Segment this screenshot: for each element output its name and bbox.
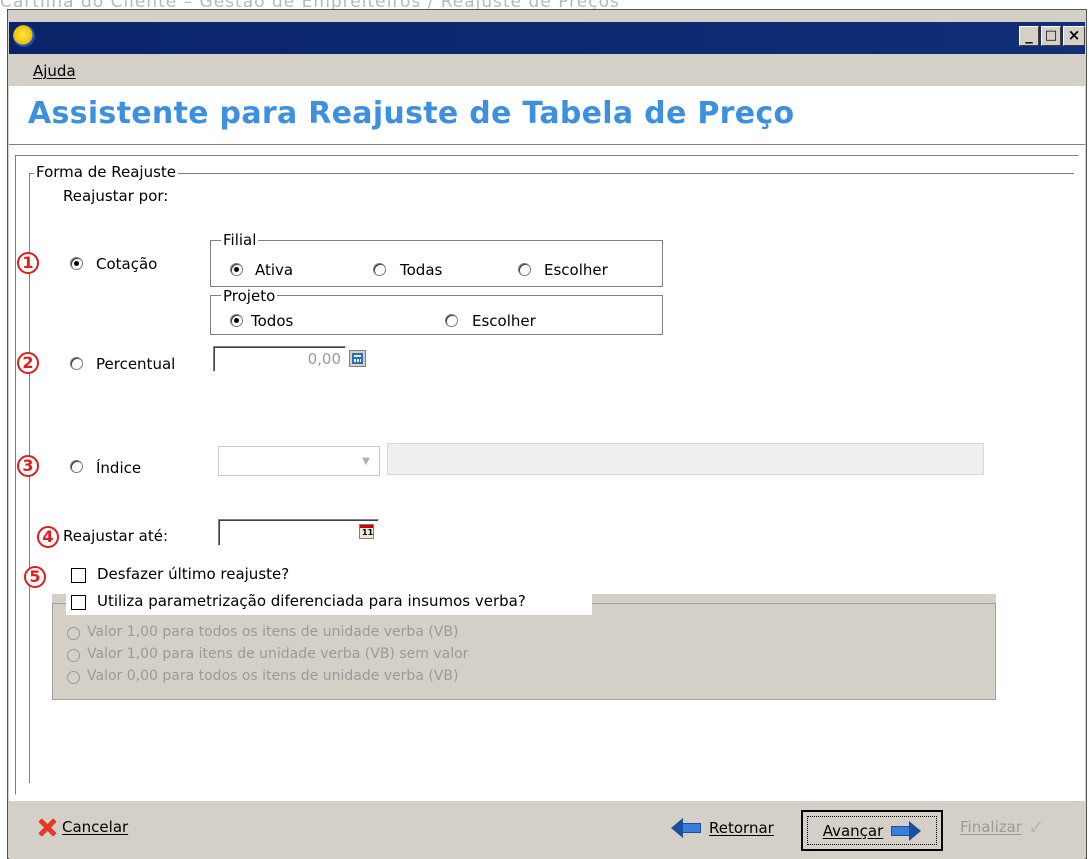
step-1-marker: 1 [17, 252, 39, 274]
verba-label: Utiliza parametrização diferenciada para… [97, 592, 526, 610]
maximize-button[interactable]: □ [1041, 26, 1061, 46]
close-icon [38, 818, 57, 837]
indice-radio[interactable] [70, 460, 83, 473]
calculator-icon [352, 353, 363, 364]
filial-ativa-radio[interactable] [230, 263, 243, 276]
verba-option-1-radio[interactable] [67, 627, 80, 640]
desfazer-checkbox[interactable] [71, 568, 86, 583]
step-4-marker: 4 [37, 526, 59, 548]
verba-option-2-radio[interactable] [67, 649, 80, 662]
desfazer-label: Desfazer último reajuste? [97, 565, 290, 583]
verba-option-1-label: Valor 1,00 para todos os itens de unidad… [87, 624, 459, 640]
finish-button[interactable]: Finalizar ✓ [960, 815, 1045, 839]
indice-description-field [387, 443, 984, 475]
check-icon: ✓ [1027, 815, 1045, 839]
close-button[interactable]: × [1063, 26, 1085, 46]
reajustar-por-label: Reajustar por: [63, 187, 169, 205]
arrow-right-icon [889, 820, 922, 841]
indice-select[interactable]: ▼ [218, 446, 380, 476]
filial-todas-radio[interactable] [373, 263, 386, 276]
filial-ativa-label: Ativa [255, 261, 294, 279]
cotacao-radio[interactable] [70, 257, 83, 270]
menu-bar [9, 54, 1085, 86]
back-button[interactable]: Retornar [671, 818, 774, 838]
menu-ajuda[interactable]: Ajuda [33, 62, 76, 80]
verba-checkbox[interactable] [71, 595, 86, 610]
projeto-legend: Projeto [221, 287, 278, 305]
chevron-down-icon[interactable]: ▼ [356, 450, 376, 472]
minimize-button[interactable]: _ [1019, 26, 1039, 46]
percentual-radio[interactable] [70, 357, 83, 370]
filial-escolher-label: Escolher [544, 261, 608, 279]
filial-todas-label: Todas [400, 261, 443, 279]
verba-option-2-label: Valor 1,00 para itens de unidade verba (… [87, 646, 469, 662]
forma-reajuste-legend: Forma de Reajuste [34, 163, 179, 181]
app-icon [13, 25, 35, 47]
calendar-icon[interactable]: 11 [359, 524, 374, 539]
reajustar-ate-date-input[interactable]: 11 [218, 519, 379, 546]
projeto-escolher-label: Escolher [472, 312, 536, 330]
projeto-todos-label: Todos [251, 312, 294, 330]
cotacao-label: Cotação [96, 255, 158, 273]
filial-legend: Filial [221, 231, 259, 249]
percentual-label: Percentual [96, 355, 176, 373]
step-5-marker: 5 [24, 566, 46, 588]
projeto-todos-radio[interactable] [230, 314, 243, 327]
cancel-button[interactable]: Cancelar [38, 818, 129, 837]
step-3-marker: 3 [17, 455, 39, 477]
page-title: Assistente para Reajuste de Tabela de Pr… [28, 96, 795, 131]
verba-option-3-label: Valor 0,00 para todos os itens de unidad… [87, 668, 459, 684]
calculator-button[interactable] [349, 350, 366, 367]
filial-escolher-radio[interactable] [518, 263, 531, 276]
next-button[interactable]: Avançar [801, 810, 943, 851]
projeto-escolher-radio[interactable] [445, 314, 458, 327]
arrow-left-icon [671, 818, 703, 838]
verba-option-3-radio[interactable] [67, 671, 80, 684]
indice-label: Índice [96, 459, 142, 477]
step-2-marker: 2 [17, 352, 39, 374]
percentual-input[interactable]: 0,00 [213, 346, 346, 372]
window-titlebar[interactable] [9, 22, 1085, 54]
reajustar-ate-label: Reajustar até: [63, 527, 169, 545]
